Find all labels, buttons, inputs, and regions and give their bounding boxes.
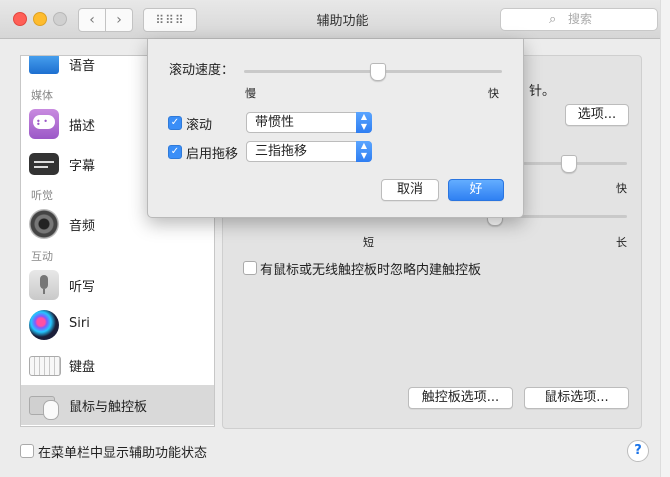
close-window-button[interactable] (13, 12, 27, 26)
drag-mode-select[interactable]: 三指拖移 ▲ ▼ (246, 141, 372, 162)
title-bar: ‹ › ⠿⠿⠿ 辅助功能 ⌕ 搜索 (0, 0, 660, 39)
sidebar-item-label: Siri (69, 316, 90, 331)
sidebar-item-label: 描述 (69, 119, 96, 134)
microphone-icon (29, 270, 59, 300)
slider-short-label: 短 (363, 236, 374, 249)
sidebar-item-siri[interactable]: Siri (21, 305, 214, 345)
sidebar-category-media: 媒体 (31, 89, 53, 102)
siri-icon (29, 310, 59, 340)
sidebar-item-mouse-trackpad[interactable]: 鼠标与触控板 (21, 385, 214, 425)
drag-checkbox-label: 启用拖移 (186, 147, 239, 162)
scroll-speed-slow-label: 慢 (245, 87, 256, 100)
scroll-speed-slider-knob[interactable] (370, 63, 387, 81)
captions-icon (29, 153, 59, 175)
mouse-options-button[interactable]: 鼠标选项... (524, 387, 629, 409)
speech-bubble-icon: • • • (29, 109, 59, 139)
minimize-window-button[interactable] (33, 12, 47, 26)
scroll-mode-select[interactable]: 带惯性 ▲ ▼ (246, 112, 372, 133)
sidebar-item-label: 语音 (69, 59, 96, 74)
search-icon: ⌕ (549, 12, 557, 27)
drag-checkbox[interactable]: ✓ (168, 145, 182, 159)
scroll-checkbox[interactable]: ✓ (168, 116, 182, 130)
mouse-trackpad-icon (29, 390, 59, 420)
sidebar-item-label: 鼠标与触控板 (69, 400, 148, 415)
help-button[interactable]: ? (627, 440, 649, 462)
speaker-icon (29, 209, 59, 239)
options-button[interactable]: 选项... (565, 104, 629, 126)
trackpad-options-button[interactable]: 触控板选项... (408, 387, 513, 409)
sidebar-item-label: 听写 (69, 280, 96, 295)
ignore-trackpad-checkbox[interactable] (243, 261, 257, 275)
sidebar-item-dictation[interactable]: 听写 (21, 265, 214, 305)
search-placeholder: 搜索 (568, 12, 593, 26)
slider-knob[interactable] (561, 155, 577, 173)
sidebar-item-label: 键盘 (69, 360, 96, 375)
show-all-button[interactable]: ⠿⠿⠿ (143, 8, 197, 32)
search-input[interactable]: ⌕ 搜索 (500, 8, 658, 31)
scroll-speed-label: 滚动速度： (169, 63, 235, 78)
sidebar-category-interaction: 互动 (31, 250, 53, 263)
scroll-options-sheet: 滚动速度： 慢 快 ✓ 滚动 带惯性 ▲ ▼ ✓ 启用拖移 三指拖移 ▲ ▼ 取消 … (147, 39, 524, 218)
sidebar-item-keyboard[interactable]: 键盘 (21, 345, 214, 385)
window-title: 辅助功能 (316, 14, 369, 29)
sidebar-category-hearing: 听觉 (31, 189, 53, 202)
forward-button[interactable]: › (105, 8, 133, 32)
ok-button[interactable]: 好 (448, 179, 504, 201)
scroll-speed-fast-label: 快 (488, 87, 499, 100)
background-window-edge (660, 0, 670, 477)
preferences-window: ‹ › ⠿⠿⠿ 辅助功能 ⌕ 搜索 语音 媒体 • • • 描述 字幕 听觉 音… (0, 0, 670, 477)
sidebar-item-label: 字幕 (69, 159, 96, 174)
sidebar-item-label: 音频 (69, 219, 96, 234)
ignore-trackpad-label: 有鼠标或无线触控板时忽略内建触控板 (260, 263, 482, 278)
back-button[interactable]: ‹ (78, 8, 106, 32)
display-icon (29, 56, 59, 74)
scroll-checkbox-label: 滚动 (186, 118, 213, 133)
show-status-checkbox[interactable] (20, 444, 34, 458)
chevron-updown-icon: ▲ ▼ (356, 141, 372, 162)
checkmark-icon: ✓ (170, 117, 180, 128)
zoom-window-button[interactable] (53, 12, 67, 26)
scroll-mode-value: 带惯性 (255, 115, 295, 130)
checkmark-icon: ✓ (170, 146, 180, 157)
chevron-right-icon: › (116, 12, 122, 28)
slider-fast-label: 快 (616, 182, 627, 195)
partial-description-text: 针。 (529, 84, 556, 99)
show-status-label: 在菜单栏中显示辅助功能状态 (38, 446, 208, 461)
cancel-button[interactable]: 取消 (381, 179, 439, 201)
grid-icon: ⠿⠿⠿ (155, 13, 185, 27)
slider-long-label: 长 (616, 236, 627, 249)
drag-mode-value: 三指拖移 (255, 144, 308, 159)
keyboard-icon (29, 356, 61, 376)
chevron-updown-icon: ▲ ▼ (356, 112, 372, 133)
chevron-left-icon: ‹ (89, 12, 95, 28)
